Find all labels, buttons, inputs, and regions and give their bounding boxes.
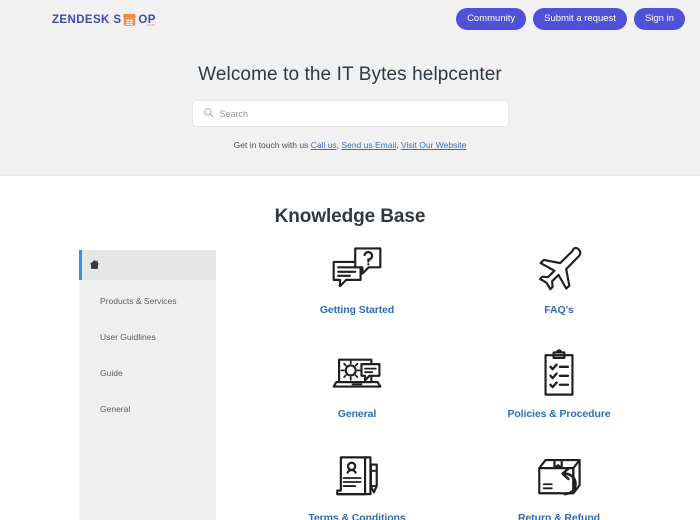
hero-section: ZENDESK S OP .com Community Submit a req… (0, 0, 700, 176)
category-faqs[interactable]: FAQ's (458, 242, 660, 322)
clipboard-checklist-icon (530, 346, 588, 402)
category-label: Terms & Conditions (308, 512, 406, 520)
category-general[interactable]: General (256, 346, 458, 426)
content-row: Products & Services User Guidlines Guide… (0, 246, 700, 520)
site-logo[interactable]: ZENDESK S OP .com (52, 12, 156, 27)
contact-separator-1: , (336, 140, 340, 150)
search-icon (203, 105, 214, 123)
logo-text-left: ZENDESK S (52, 13, 122, 26)
home-icon (89, 259, 100, 272)
category-grid: Getting Started FAQ's General Policies &… (216, 242, 700, 520)
community-button[interactable]: Community (456, 8, 527, 30)
main-content: Knowledge Base Products & Services User … (0, 176, 700, 520)
category-label: FAQ's (544, 304, 574, 316)
sidebar: Products & Services User Guidlines Guide… (79, 250, 216, 520)
search-box[interactable] (192, 101, 508, 126)
top-actions: Community Submit a request Sign in (456, 8, 685, 30)
sidebar-item-guide[interactable]: Guide (79, 358, 216, 388)
category-return-refund[interactable]: Return & Refund (458, 450, 660, 520)
contact-line: Get in touch with us Call us, Send us Em… (0, 140, 700, 150)
sidebar-item-general[interactable]: General (79, 394, 216, 424)
document-pen-icon (328, 450, 386, 506)
category-policies-procedure[interactable]: Policies & Procedure (458, 346, 660, 426)
sidebar-item-label: Products & Services (100, 296, 177, 306)
hero-title: Welcome to the IT Bytes helpcenter (198, 64, 502, 85)
sidebar-item-products-services[interactable]: Products & Services (79, 286, 216, 316)
category-label: General (337, 408, 377, 420)
category-label: Return & Refund (518, 512, 600, 520)
search-input[interactable] (219, 108, 498, 119)
storefront-icon (122, 12, 137, 27)
visit-our-website-link[interactable]: Visit Our Website (401, 140, 466, 150)
call-us-link[interactable]: Call us (311, 140, 337, 150)
send-us-email-link[interactable]: Send us Email (341, 140, 396, 150)
contact-separator-2: , (396, 140, 399, 150)
speech-bubbles-question-icon (328, 242, 386, 298)
category-label: Getting Started (319, 304, 395, 316)
top-bar: ZENDESK S OP .com Community Submit a req… (0, 0, 700, 38)
submit-request-button[interactable]: Submit a request (533, 8, 627, 30)
logo-subtext: .com (145, 22, 156, 27)
page-title: Knowledge Base (274, 206, 426, 227)
sidebar-item-label: General (100, 404, 131, 414)
sidebar-item-home[interactable] (79, 250, 216, 280)
category-getting-started[interactable]: Getting Started (256, 242, 458, 322)
sidebar-item-label: Guide (100, 368, 123, 378)
sidebar-item-user-guidlines[interactable]: User Guidlines (79, 322, 216, 352)
contact-prefix: Get in touch with us (233, 140, 309, 150)
laptop-gear-chat-icon (328, 346, 386, 402)
box-return-arrow-icon (530, 450, 588, 506)
category-label: Policies & Procedure (507, 408, 611, 420)
category-terms-conditions[interactable]: Terms & Conditions (256, 450, 458, 520)
sign-in-button[interactable]: Sign in (633, 8, 685, 30)
airplane-icon (530, 242, 588, 298)
sidebar-item-label: User Guidlines (100, 332, 156, 342)
